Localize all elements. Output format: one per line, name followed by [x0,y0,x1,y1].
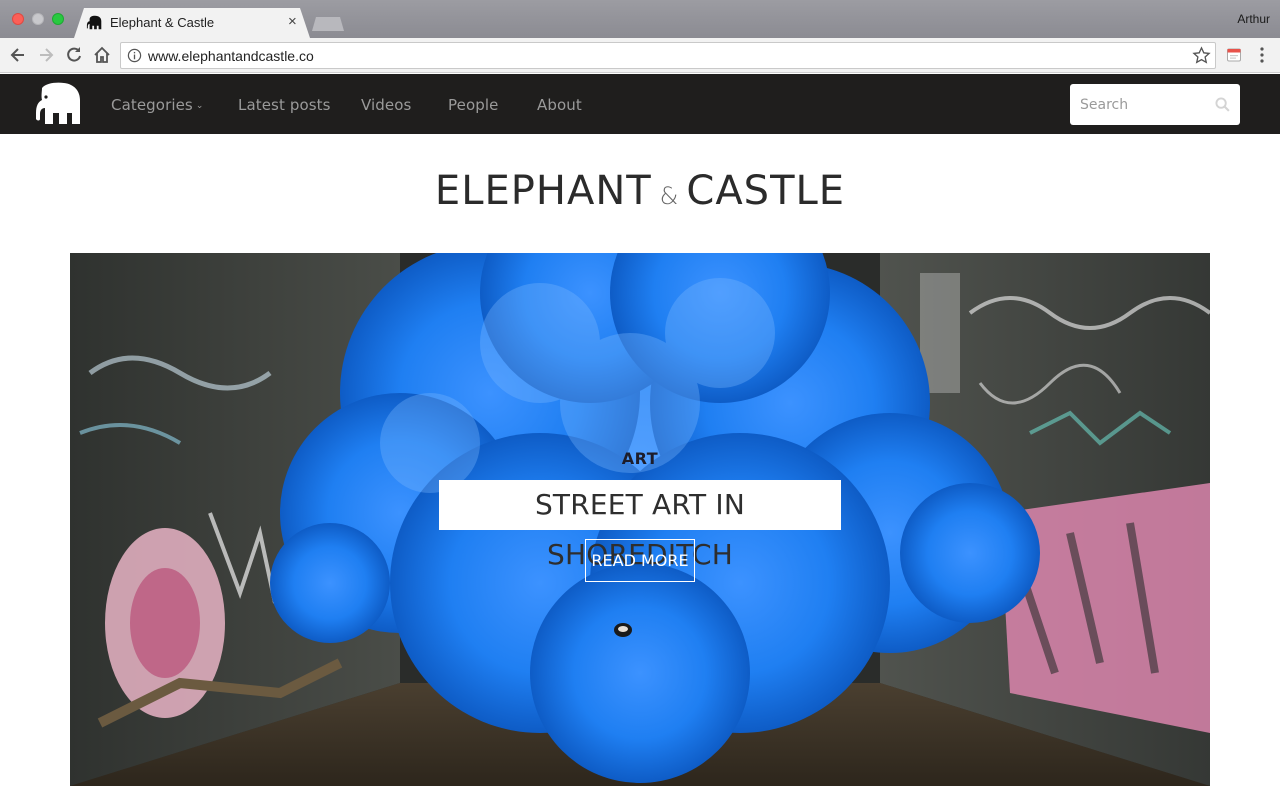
browser-tab-active[interactable]: Elephant & Castle × [74,8,310,38]
masthead-ampersand: & [659,182,679,210]
site-navbar: Categories ⌄ Latest posts Videos People A… [0,74,1280,134]
forward-arrow-icon[interactable] [36,45,56,65]
masthead-word-castle: CASTLE [686,168,846,214]
site-info-icon[interactable] [127,48,142,63]
hero-banner[interactable]: ART STREET ART IN SHOREDITCH READ MORE [70,253,1210,786]
hero-category-label[interactable]: ART [70,449,1210,468]
close-window-button[interactable] [12,13,24,25]
site-masthead[interactable]: ELEPHANT & CASTLE [0,168,1280,214]
address-bar[interactable]: www.elephantandcastle.co [120,42,1216,69]
back-arrow-icon[interactable] [8,45,28,65]
nav-item-videos[interactable]: Videos [361,96,411,114]
browser-toolbar: www.elephantandcastle.co [0,38,1280,73]
read-more-button[interactable]: READ MORE [585,539,695,582]
tab-title: Elephant & Castle [110,15,215,30]
tab-close-icon[interactable]: × [288,14,297,30]
hero-title[interactable]: STREET ART IN SHOREDITCH [439,480,841,571]
nav-item-people[interactable]: People [448,96,498,114]
extension-icon[interactable] [1226,47,1242,63]
nav-item-categories[interactable]: Categories ⌄ [111,96,204,114]
nav-item-about[interactable]: About [537,96,582,114]
elephant-favicon-icon [86,15,102,30]
bookmark-star-icon[interactable] [1192,46,1211,65]
masthead-word-elephant: ELEPHANT [434,168,652,214]
home-icon[interactable] [92,45,112,65]
new-tab-button[interactable] [312,17,344,31]
nav-item-latest-posts[interactable]: Latest posts [238,96,331,114]
search-icon[interactable] [1215,97,1230,112]
minimize-window-button[interactable] [32,13,44,25]
reload-icon[interactable] [64,45,84,65]
elephant-logo-icon[interactable] [28,82,82,126]
browser-titlebar: Elephant & Castle × Arthur [0,0,1280,38]
browser-menu-icon[interactable] [1254,46,1270,64]
search-box [1070,84,1240,125]
search-input[interactable] [1070,84,1210,125]
url-text[interactable]: www.elephantandcastle.co [148,48,314,64]
maximize-window-button[interactable] [52,13,64,25]
nav-item-label: Categories [111,96,193,114]
profile-name[interactable]: Arthur [1237,12,1270,26]
chevron-down-icon: ⌄ [195,101,204,111]
